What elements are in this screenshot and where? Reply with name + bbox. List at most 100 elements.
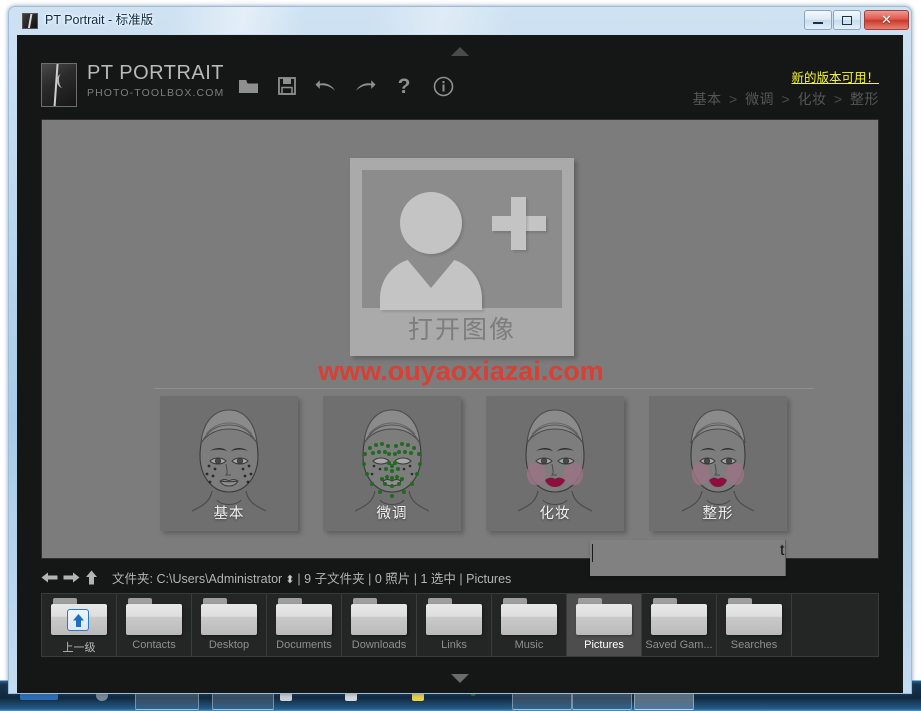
folder-item-pictures[interactable]: Pictures	[567, 594, 642, 656]
arrow-left-icon[interactable]	[41, 571, 58, 584]
folder-icon	[276, 598, 332, 636]
folder-label: Pictures	[584, 639, 624, 651]
folder-item-documents[interactable]: Documents	[267, 594, 342, 656]
preset-thumb-label: 微调	[376, 506, 408, 522]
folder-label: Documents	[276, 639, 332, 651]
minimize-icon	[805, 11, 831, 29]
preset-thumb-makeup[interactable]: 化妆	[486, 396, 624, 531]
folder-label: Searches	[730, 639, 778, 651]
folder-icon	[726, 598, 782, 636]
folder-label: Contacts	[132, 639, 176, 651]
status-text: 文件夹: C:\Users\Administrator ⬍ | 9 子文件夹 | 0…	[112, 568, 511, 587]
chevron-up-icon[interactable]	[451, 47, 469, 56]
help-icon[interactable]: ?	[393, 75, 415, 97]
subfolder-count: 9 子文件夹	[304, 571, 365, 586]
folder-icon	[351, 598, 407, 636]
watermark-text: www.ouyaoxiazai.com	[318, 356, 604, 386]
toolbar: ?	[237, 71, 454, 101]
app-header: PT PORTRAIT PHOTO-TOOLBOX.COM ? 新的版本可用！ …	[17, 59, 903, 113]
maximize-button[interactable]	[833, 10, 861, 30]
folder-label: Downloads	[351, 639, 407, 651]
plus-icon	[511, 197, 526, 250]
folder-icon	[576, 598, 632, 636]
maximize-icon	[834, 11, 860, 29]
folder-item-up[interactable]: 上一级	[42, 594, 117, 656]
folder-item-links[interactable]: Links	[417, 594, 492, 656]
preset-thumb-basic[interactable]: 基本	[160, 396, 298, 531]
folder-item-saved-games[interactable]: Saved Gam...	[642, 594, 717, 656]
title-bar[interactable]: PT Portrait - 标准版 ✕	[9, 7, 911, 34]
current-folder-name: Pictures	[466, 571, 512, 586]
breadcrumb-separator: >	[728, 91, 738, 107]
folder-item-contacts[interactable]: Contacts	[117, 594, 192, 656]
breadcrumb: 基本 > 微调 > 化妆 > 整形	[693, 89, 879, 109]
pt-portrait-logo	[41, 63, 77, 107]
preset-thumb-label: 化妆	[539, 506, 571, 522]
close-icon: ✕	[881, 12, 892, 27]
person-collar-icon	[406, 258, 456, 288]
folder-icon	[426, 598, 482, 636]
info-icon[interactable]	[432, 75, 454, 97]
overlay-fragment-text: t	[780, 542, 785, 559]
breadcrumb-item-makeup[interactable]: 化妆	[798, 91, 827, 107]
preset-thumb-label: 基本	[213, 506, 245, 522]
status-bar: 文件夹: C:\Users\Administrator ⬍ | 9 子文件夹 | 0…	[41, 565, 879, 589]
folder-strip-empty	[792, 594, 867, 656]
new-version-link[interactable]: 新的版本可用！	[791, 67, 879, 86]
save-icon[interactable]	[276, 75, 298, 97]
redo-icon[interactable]	[354, 75, 376, 97]
breadcrumb-item-finetune[interactable]: 微调	[745, 91, 774, 107]
folder-icon	[51, 598, 107, 636]
app-icon	[22, 13, 38, 29]
folder-label: Desktop	[208, 639, 250, 651]
arrow-right-icon[interactable]	[63, 571, 80, 584]
window-title: PT Portrait - 标准版	[45, 13, 154, 27]
breadcrumb-item-basic[interactable]: 基本	[693, 91, 722, 107]
folder-label: Music	[514, 639, 544, 651]
arrow-up-icon	[67, 609, 89, 631]
app-body: PT PORTRAIT PHOTO-TOOLBOX.COM ? 新的版本可用！ …	[17, 35, 903, 693]
arrow-up-icon[interactable]	[85, 570, 98, 585]
folder-item-downloads[interactable]: Downloads	[342, 594, 417, 656]
open-folder-icon[interactable]	[237, 75, 259, 97]
folder-item-searches[interactable]: Searches	[717, 594, 792, 656]
folder-strip: 上一级 Contacts Desktop Documents Downloads	[41, 593, 879, 657]
breadcrumb-separator: >	[833, 91, 843, 107]
text-caret	[592, 544, 593, 562]
person-head-icon	[400, 192, 462, 254]
brand-name: PT PORTRAIT	[87, 62, 225, 84]
folder-label: Saved Gam...	[645, 639, 713, 651]
folder-icon	[126, 598, 182, 636]
folder-label: Links	[441, 639, 467, 651]
breadcrumb-item-reshape[interactable]: 整形	[850, 91, 879, 107]
status-separator: |	[459, 571, 463, 586]
open-image-label: 打开图像	[407, 316, 516, 344]
open-image-preview	[362, 170, 562, 310]
photo-count: 0 照片	[374, 571, 411, 586]
status-separator: |	[413, 571, 417, 586]
folder-icon	[501, 598, 557, 636]
desktop-background: PT Portrait - 标准版 ✕ PT PORTRAIT PHOTO-TO…	[0, 0, 921, 711]
folder-item-desktop[interactable]: Desktop	[192, 594, 267, 656]
status-separator: |	[368, 571, 372, 586]
selected-count: 1 选中	[420, 571, 456, 586]
folder-label: 上一级	[62, 642, 96, 654]
folder-item-music[interactable]: Music	[492, 594, 567, 656]
preset-thumbnail-row: 基本 微调 化妆 整形	[160, 396, 860, 536]
chevron-down-icon[interactable]	[451, 674, 469, 683]
undo-icon[interactable]	[315, 75, 337, 97]
minimize-button[interactable]	[804, 10, 832, 30]
folder-icon	[201, 598, 257, 636]
folder-icon	[651, 598, 707, 636]
close-button[interactable]: ✕	[864, 10, 909, 30]
folder-label: 文件夹:	[112, 571, 153, 586]
path-stepper[interactable]: ⬍	[285, 574, 294, 586]
preset-thumb-finetune[interactable]: 微调	[323, 396, 461, 531]
preset-thumb-reshape[interactable]: 整形	[649, 396, 787, 531]
status-separator: |	[297, 571, 301, 586]
open-image-button[interactable]: 打开图像	[350, 158, 574, 356]
folder-path[interactable]: C:\Users\Administrator	[156, 572, 282, 586]
application-window: PT Portrait - 标准版 ✕ PT PORTRAIT PHOTO-TO…	[8, 6, 912, 694]
preset-thumb-label: 整形	[702, 506, 734, 522]
breadcrumb-separator: >	[781, 91, 791, 107]
